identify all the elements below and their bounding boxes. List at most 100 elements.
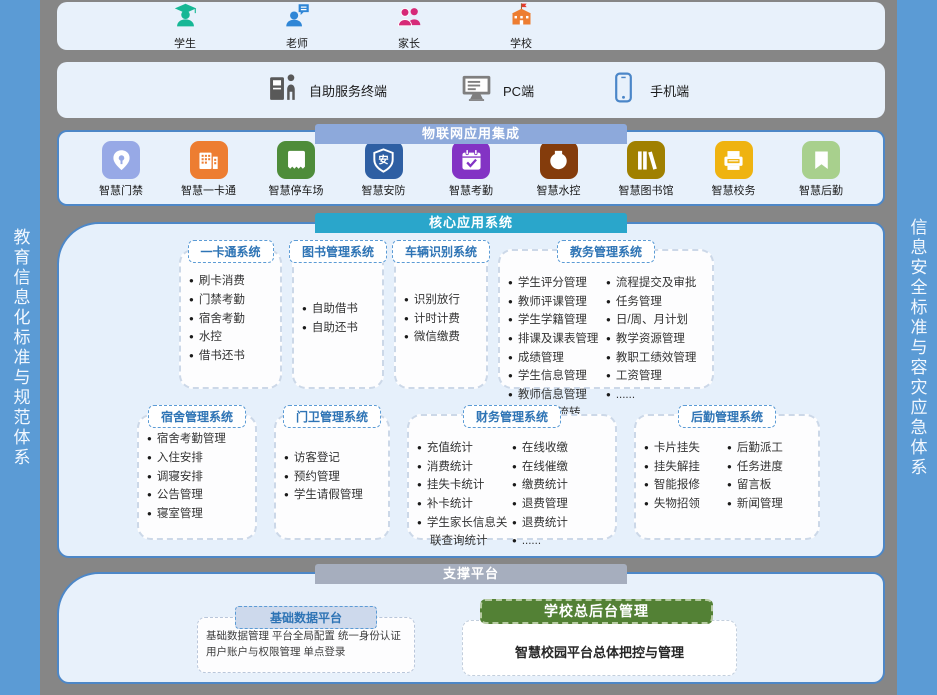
system-card: 宿舍管理系统宿舍考勤管理入住安排调寝安排公告管理寝室管理 <box>137 414 257 540</box>
feature-item: 排课及课表管理 <box>508 330 606 349</box>
system-card-body: 充值统计消费统计挂失卡统计补卡统计学生家长信息关联查询统计在线收缴在线催缴缴费统… <box>409 416 615 538</box>
feature-item: 教师信息管理 <box>508 386 606 405</box>
user-role-item: 学校 <box>488 2 554 51</box>
iot-app-label: 智慧校务 <box>712 182 756 198</box>
iot-app-item: 智慧一卡通 <box>173 141 245 198</box>
feature-list: 识别放行计时计费微信缴费 <box>404 291 478 347</box>
iot-integration-panel: 物联网应用集成 智慧门禁智慧一卡通智慧停车场安智慧安防智慧考勤智慧水控智慧图书馆… <box>57 130 885 206</box>
feature-item: 成绩管理 <box>508 349 606 368</box>
iot-app-label: 智慧安防 <box>362 182 406 198</box>
feature-list: 在线收缴在线催缴缴费统计退费管理退费统计...... <box>512 439 607 551</box>
feature-list: 自助借书自助还书 <box>302 300 374 337</box>
feature-item: 教学资源管理 <box>606 330 704 349</box>
iot-app-label: 智慧水控 <box>537 182 581 198</box>
feature-item: 消费统计 <box>417 458 512 477</box>
core-systems-row-1: 一卡通系统刷卡消费门禁考勤宿舍考勤水控借书还书图书管理系统自助借书自助还书车辆识… <box>179 249 883 389</box>
feature-item: 学生家长信息关联查询统计 <box>417 514 512 551</box>
support-platform-panel: 支撑平台 基础数据平台 基础数据管理 平台全局配置 统一身份认证 用户账户与权限… <box>57 572 885 684</box>
terminal-item: 手机端 <box>606 70 689 110</box>
base-platform-feature-line: 基础数据管理 平台全局配置 统一身份认证 <box>206 628 406 644</box>
feature-item: 挂失卡统计 <box>417 476 512 495</box>
feature-item: 失物招领 <box>644 495 727 514</box>
base-platform-feature-line: 用户账户与权限管理 单点登录 <box>206 644 406 660</box>
feature-item: 自助借书 <box>302 300 374 319</box>
right-standards-sidebar: 信息安全标准与容灾应急体系 <box>897 0 937 695</box>
parents-icon <box>396 2 423 34</box>
feature-item: 挂失解挂 <box>644 458 727 477</box>
system-card: 教务管理系统学生评分管理教师评课管理学生学籍管理排课及课表管理成绩管理学生信息管… <box>498 249 714 389</box>
feature-list: 充值统计消费统计挂失卡统计补卡统计学生家长信息关联查询统计 <box>417 439 512 551</box>
feature-item: 入住安排 <box>147 449 247 468</box>
feature-item: 自助还书 <box>302 319 374 338</box>
feature-item: 预约管理 <box>284 468 380 487</box>
system-card-body: 识别放行计时计费微信缴费 <box>396 251 486 387</box>
school-backend-admin-description: 智慧校园平台总体把控与管理 <box>515 642 684 661</box>
school-affairs-icon <box>715 141 753 179</box>
iot-app-label: 智慧后勤 <box>799 182 843 198</box>
feature-item: 宿舍考勤 <box>189 310 272 329</box>
system-card-body: 访客登记预约管理学生请假管理 <box>276 416 388 538</box>
feature-item: ...... <box>606 386 704 405</box>
terminal-label: PC端 <box>503 81 534 100</box>
access-terminals-panel: 自助服务终端PC端手机端 <box>57 62 885 118</box>
core-applications-title: 核心应用系统 <box>315 213 627 233</box>
feature-item: 水控 <box>189 328 272 347</box>
feature-item: 寝室管理 <box>147 505 247 524</box>
terminal-item: PC端 <box>459 70 534 110</box>
feature-item: 新闻管理 <box>727 495 810 514</box>
logistics-banner-icon <box>802 141 840 179</box>
feature-item: 后勤派工 <box>727 439 810 458</box>
iot-app-label: 智慧门禁 <box>99 182 143 198</box>
security-shield-icon: 安 <box>365 141 403 179</box>
access-terminals-row: 自助服务终端PC端手机端 <box>57 62 885 118</box>
feature-item: 任务进度 <box>727 458 810 477</box>
phone-icon <box>606 70 641 110</box>
feature-item: 门禁考勤 <box>189 291 272 310</box>
system-card-title: 后勤管理系统 <box>678 405 776 428</box>
system-card-body: 刷卡消费门禁考勤宿舍考勤水控借书还书 <box>181 251 280 387</box>
base-data-platform-card: 基础数据平台 基础数据管理 平台全局配置 统一身份认证 用户账户与权限管理 单点… <box>197 617 415 673</box>
iot-app-item: 智慧校务 <box>698 141 770 198</box>
school-icon <box>508 2 535 34</box>
system-card: 门卫管理系统访客登记预约管理学生请假管理 <box>274 414 390 540</box>
core-systems-row-2: 宿舍管理系统宿舍考勤管理入住安排调寝安排公告管理寝室管理门卫管理系统访客登记预约… <box>137 414 883 540</box>
system-card-title: 一卡通系统 <box>187 240 273 263</box>
feature-item: 流程提交及审批 <box>606 274 704 293</box>
left-standards-sidebar: 教育信息化标准与规范体系 <box>0 0 40 695</box>
feature-item: 学生信息管理 <box>508 367 606 386</box>
iot-app-item: 智慧水控 <box>523 141 595 198</box>
school-backend-admin-title: 学校总后台管理 <box>480 599 713 624</box>
system-card: 一卡通系统刷卡消费门禁考勤宿舍考勤水控借书还书 <box>179 249 282 389</box>
iot-app-item: 智慧停车场 <box>260 141 332 198</box>
user-role-label: 家长 <box>398 35 420 51</box>
feature-list: 学生评分管理教师评课管理学生学籍管理排课及课表管理成绩管理学生信息管理教师信息管… <box>508 274 606 423</box>
feature-item: 学生请假管理 <box>284 486 380 505</box>
attendance-calendar-icon <box>452 141 490 179</box>
system-card: 车辆识别系统识别放行计时计费微信缴费 <box>394 249 488 389</box>
feature-list: 宿舍考勤管理入住安排调寝安排公告管理寝室管理 <box>147 430 247 523</box>
system-card-body: 学生评分管理教师评课管理学生学籍管理排课及课表管理成绩管理学生信息管理教师信息管… <box>500 251 712 387</box>
feature-item: 刷卡消费 <box>189 272 272 291</box>
kiosk-icon <box>265 70 300 110</box>
svg-text:安: 安 <box>378 153 388 166</box>
core-applications-panel: 核心应用系统 一卡通系统刷卡消费门禁考勤宿舍考勤水控借书还书图书管理系统自助借书… <box>57 222 885 558</box>
system-card-body: 宿舍考勤管理入住安排调寝安排公告管理寝室管理 <box>139 416 255 538</box>
iot-app-item: 安智慧安防 <box>348 141 420 198</box>
base-data-platform-title: 基础数据平台 <box>235 606 377 629</box>
feature-item: 宿舍考勤管理 <box>147 430 247 449</box>
student-icon <box>172 2 199 34</box>
iot-app-item: 智慧考勤 <box>435 141 507 198</box>
system-card: 财务管理系统充值统计消费统计挂失卡统计补卡统计学生家长信息关联查询统计在线收缴在… <box>407 414 617 540</box>
left-sidebar-label: 教育信息化标准与规范体系 <box>12 228 29 468</box>
feature-list: 后勤派工任务进度留言板新闻管理 <box>727 439 810 514</box>
feature-list: 卡片挂失挂失解挂智能报修失物招领 <box>644 439 727 514</box>
feature-item: 公告管理 <box>147 486 247 505</box>
iot-app-label: 智慧考勤 <box>449 182 493 198</box>
system-card-title: 门卫管理系统 <box>283 405 381 428</box>
system-card-body: 自助借书自助还书 <box>294 251 382 387</box>
water-control-icon <box>540 141 578 179</box>
iot-app-label: 智慧一卡通 <box>181 182 236 198</box>
parking-icon <box>277 141 315 179</box>
user-role-label: 学生 <box>174 35 196 51</box>
feature-item: 缴费统计 <box>512 476 607 495</box>
